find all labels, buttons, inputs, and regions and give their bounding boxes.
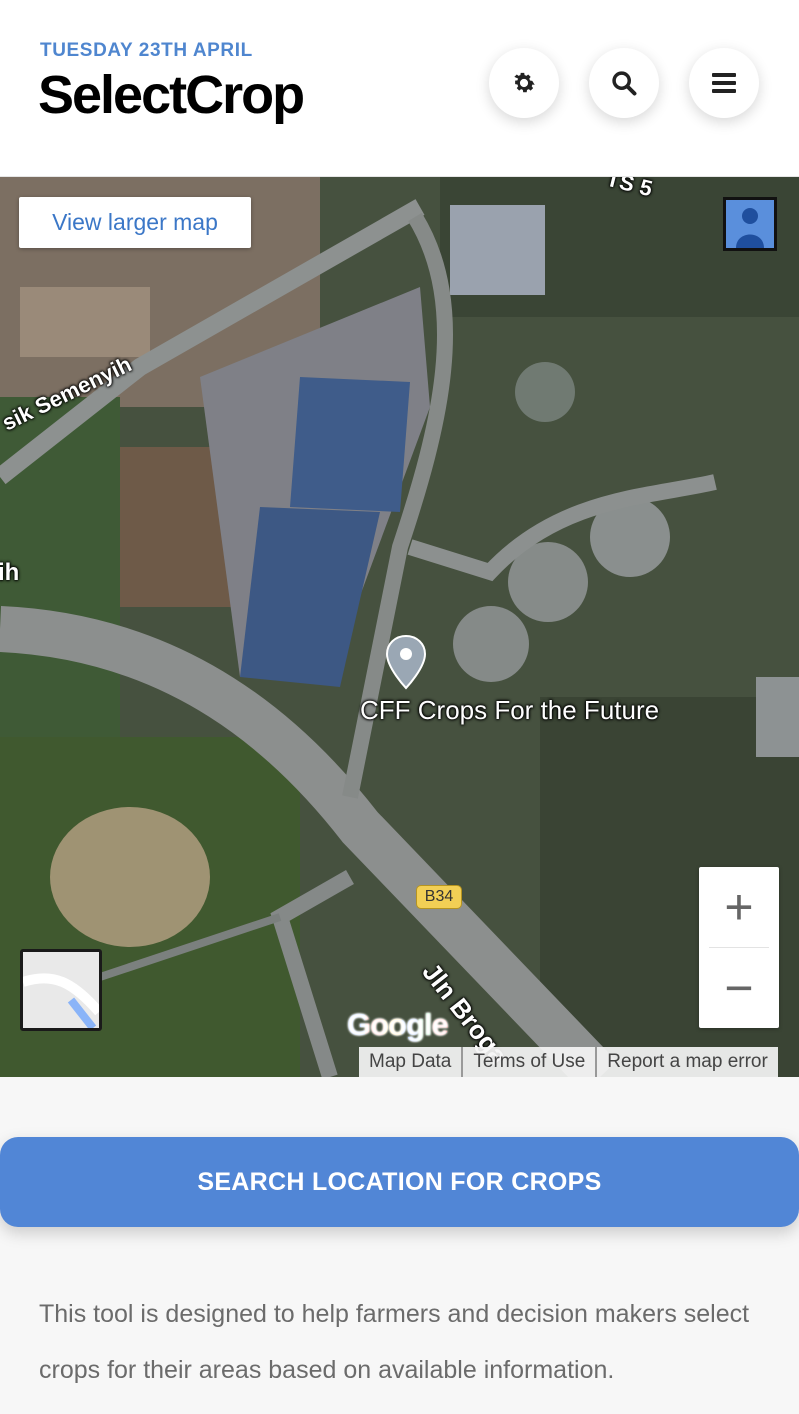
- google-logo: Google: [347, 1007, 449, 1042]
- pegman-icon: [736, 208, 764, 248]
- satellite-imagery: [0, 177, 799, 1077]
- search-location-button[interactable]: SEARCH LOCATION FOR CROPS: [0, 1137, 799, 1227]
- map-pin-icon[interactable]: [385, 634, 427, 690]
- gear-icon: [514, 72, 535, 93]
- minus-icon: −: [724, 960, 754, 1016]
- menu-button[interactable]: [689, 48, 759, 118]
- terms-link[interactable]: Terms of Use: [461, 1047, 595, 1077]
- map-view[interactable]: sik Semenyih ih TS 5 Jln Broga B34 CFF C…: [0, 177, 799, 1077]
- hamburger-menu-icon: [712, 73, 736, 93]
- map-thumbnail-icon: [23, 952, 99, 1028]
- view-larger-map-link[interactable]: View larger map: [19, 197, 251, 248]
- street-view-button[interactable]: [723, 197, 777, 251]
- plus-icon: +: [724, 879, 754, 935]
- date-label: TUESDAY 23TH APRIL: [40, 40, 253, 61]
- zoom-control: + −: [699, 867, 779, 1028]
- route-badge: B34: [417, 886, 461, 908]
- zoom-out-button[interactable]: −: [699, 948, 779, 1028]
- road-label: ih: [0, 559, 20, 586]
- map-data-link[interactable]: Map Data: [359, 1047, 461, 1077]
- app-header: TUESDAY 23TH APRIL SelectCrop: [0, 0, 799, 177]
- search-icon: [612, 71, 637, 96]
- map-layer-toggle[interactable]: [20, 949, 102, 1031]
- app-title: SelectCrop: [38, 65, 305, 125]
- description-text: This tool is designed to help farmers an…: [39, 1300, 750, 1384]
- search-button-header[interactable]: [589, 48, 659, 118]
- map-attribution: Map Data Terms of Use Report a map error: [359, 1047, 778, 1077]
- report-error-link[interactable]: Report a map error: [595, 1047, 778, 1077]
- zoom-in-button[interactable]: +: [699, 867, 779, 947]
- settings-button[interactable]: [489, 48, 559, 118]
- place-label[interactable]: CFF Crops For the Future: [360, 695, 659, 726]
